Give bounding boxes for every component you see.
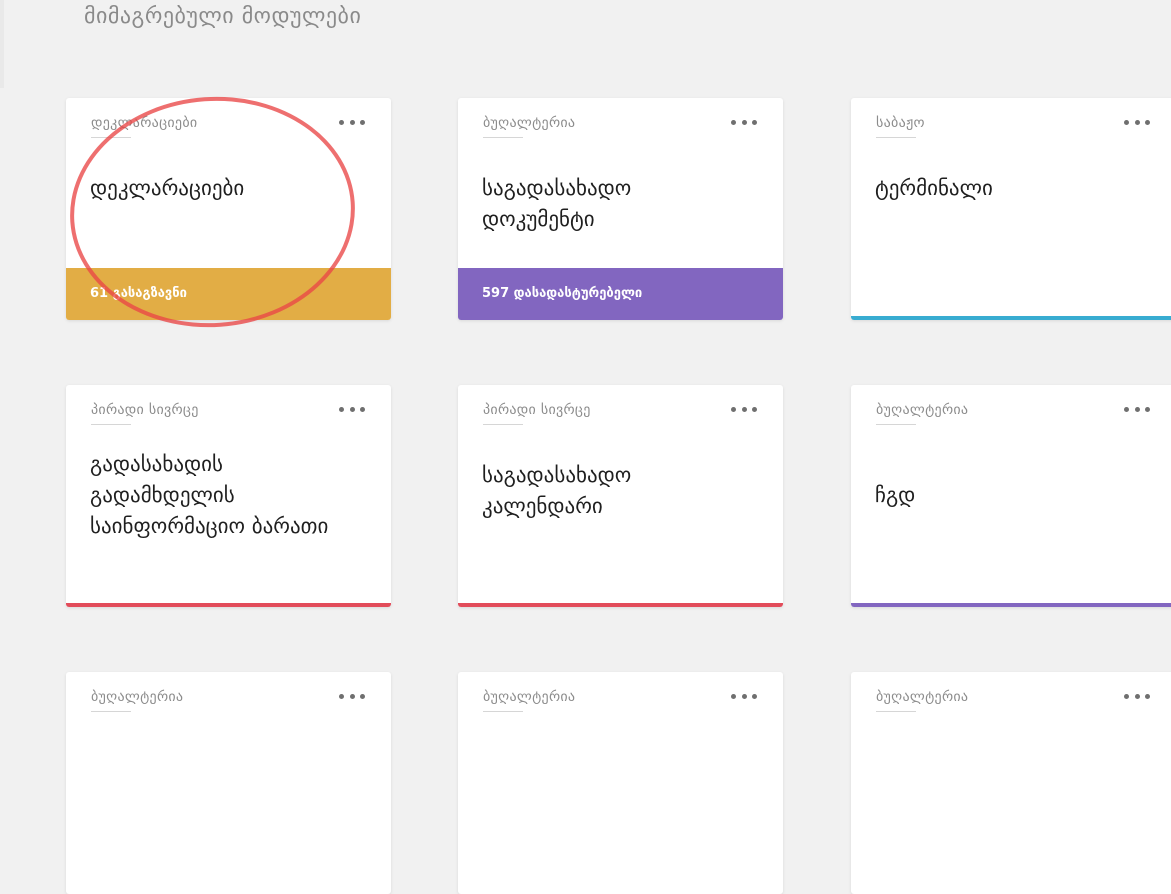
more-dots-icon[interactable] <box>731 112 757 132</box>
card-footer-status[interactable]: 597 დასადასტურებელი <box>458 268 783 320</box>
card-category: საბაჟო <box>876 115 925 131</box>
category-underline <box>483 424 523 425</box>
more-dots-icon[interactable] <box>731 686 757 706</box>
card-category: ბუღალტერია <box>91 689 184 705</box>
module-card-tax-calendar[interactable]: პირადი სივრცე საგადასახადო კალენდარი <box>458 385 783 607</box>
card-category: ბუღალტერია <box>483 689 576 705</box>
module-card-declarations[interactable]: დეკლარაციები დეკლარაციები 61 გასაგზავნი <box>66 98 391 320</box>
card-accent-strip <box>458 603 783 607</box>
page-title: მიმაგრებული მოდულები <box>84 4 362 29</box>
more-dots-icon[interactable] <box>339 399 365 419</box>
card-accent-strip <box>851 316 1171 320</box>
module-card-tax-document[interactable]: ბუღალტერია საგადასახადო დოკუმენტი 597 და… <box>458 98 783 320</box>
module-card-terminal[interactable]: საბაჟო ტერმინალი <box>851 98 1171 320</box>
card-category: დეკლარაციები <box>91 115 198 131</box>
card-title: საგადასახადო დოკუმენტი <box>482 176 632 231</box>
module-card-chgd[interactable]: ბუღალტერია ჩგდ <box>851 385 1171 607</box>
more-dots-icon[interactable] <box>339 112 365 132</box>
category-underline <box>483 137 523 138</box>
category-underline <box>91 711 131 712</box>
card-title: ჩგდ <box>875 483 916 507</box>
more-dots-icon[interactable] <box>339 686 365 706</box>
card-accent-strip <box>66 603 391 607</box>
card-category: ბუღალტერია <box>483 115 576 131</box>
category-underline <box>876 137 916 138</box>
category-underline <box>483 711 523 712</box>
module-card-taxpayer-info[interactable]: პირადი სივრცე გადასახადის გადამხდელის სა… <box>66 385 391 607</box>
module-card-accounting-1[interactable]: ბუღალტერია <box>66 672 391 894</box>
card-category: პირადი სივრცე <box>483 402 591 418</box>
more-dots-icon[interactable] <box>1124 399 1150 419</box>
category-underline <box>91 424 131 425</box>
card-title: ტერმინალი <box>875 176 993 200</box>
card-accent-strip <box>851 603 1171 607</box>
more-dots-icon[interactable] <box>1124 112 1150 132</box>
left-edge-divider <box>0 0 4 88</box>
more-dots-icon[interactable] <box>731 399 757 419</box>
more-dots-icon[interactable] <box>1124 686 1150 706</box>
card-title: საგადასახადო კალენდარი <box>482 463 632 518</box>
card-category: ბუღალტერია <box>876 689 969 705</box>
card-category: ბუღალტერია <box>876 402 969 418</box>
category-underline <box>91 137 131 138</box>
card-title: დეკლარაციები <box>90 176 245 200</box>
module-card-accounting-2[interactable]: ბუღალტერია <box>458 672 783 894</box>
card-title: გადასახადის გადამხდელის საინფორმაციო ბარ… <box>90 452 329 538</box>
category-underline <box>876 424 916 425</box>
card-footer-status[interactable]: 61 გასაგზავნი <box>66 268 391 320</box>
category-underline <box>876 711 916 712</box>
card-category: პირადი სივრცე <box>91 402 199 418</box>
module-card-accounting-3[interactable]: ბუღალტერია <box>851 672 1171 894</box>
